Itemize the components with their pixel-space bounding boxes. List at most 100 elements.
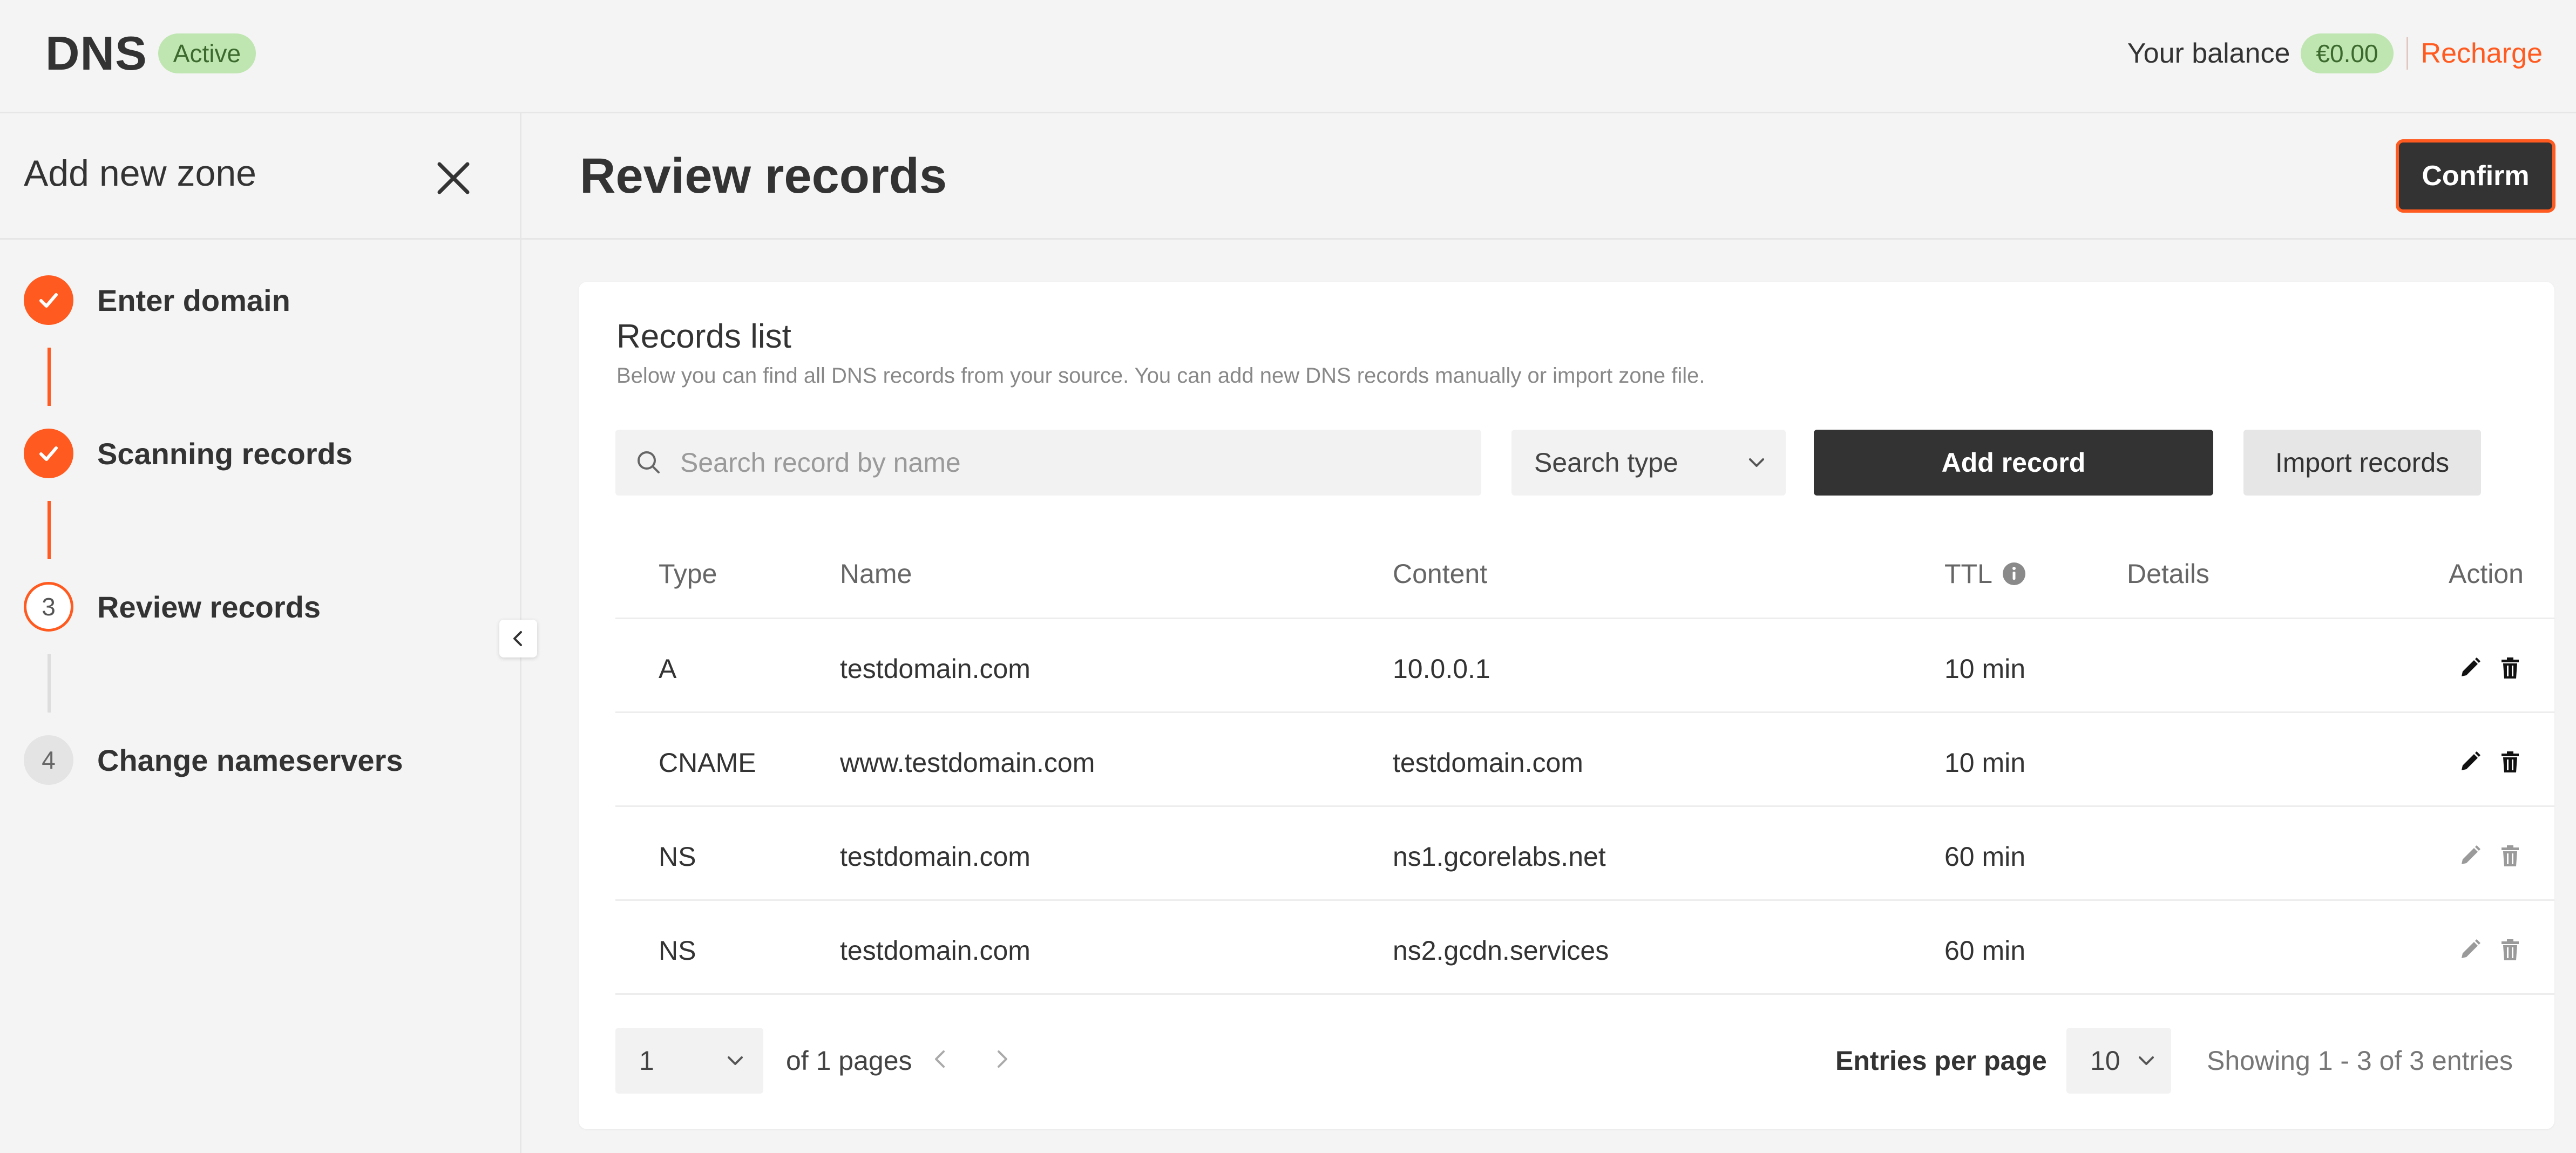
entries-per-page-label: Entries per page	[1835, 1046, 2047, 1076]
row-divider	[615, 711, 2554, 713]
trash-icon	[2502, 657, 2519, 679]
row-actions	[2455, 931, 2525, 968]
search-placeholder: Search record by name	[680, 447, 961, 478]
records-subtitle: Below you can find all DNS records from …	[616, 364, 1705, 388]
records-card: Records list Below you can find all DNS …	[579, 282, 2554, 1129]
cell-type: NS	[659, 842, 696, 872]
search-type-select[interactable]: Search type	[1511, 430, 1786, 496]
cell-ttl: 60 min	[1944, 935, 2026, 966]
row-divider	[615, 899, 2554, 901]
check-icon	[39, 446, 58, 461]
close-button[interactable]	[432, 157, 475, 200]
trash-icon	[2502, 751, 2519, 772]
edit-button[interactable]	[2455, 747, 2485, 777]
brand: DNS Active	[45, 24, 256, 83]
step-change-nameservers[interactable]: 4 Change nameservers	[24, 735, 403, 785]
delete-button[interactable]	[2495, 653, 2525, 683]
page-count: of 1 pages	[786, 1046, 912, 1076]
step-connector	[48, 654, 51, 713]
sidebar-header: Add new zone	[0, 113, 520, 240]
row-divider	[615, 993, 2554, 995]
row-actions	[2455, 837, 2525, 874]
column-header-name: Name	[840, 559, 912, 589]
cell-ttl: 10 min	[1944, 654, 2026, 684]
search-icon	[638, 451, 660, 473]
ttl-label: TTL	[1944, 559, 1992, 589]
search-type-value: Search type	[1534, 447, 1678, 478]
balance-label: Your balance	[2127, 38, 2290, 69]
recharge-link[interactable]: Recharge	[2421, 37, 2543, 70]
trash-icon	[2502, 845, 2519, 866]
cell-content: ns1.gcorelabs.net	[1393, 842, 1606, 872]
row-actions	[2455, 743, 2525, 781]
column-header-type: Type	[659, 559, 717, 589]
step-label: Enter domain	[97, 283, 290, 317]
chevron-down-icon	[1749, 458, 1764, 467]
entries-per-page-value: 10	[2090, 1046, 2120, 1076]
next-page-icon[interactable]	[986, 1043, 1018, 1075]
check-icon	[39, 293, 58, 308]
delete-button-disabled	[2495, 934, 2525, 965]
chevron-down-icon	[2139, 1056, 2154, 1065]
chevron-left-icon	[513, 631, 522, 646]
step-label: Review records	[97, 589, 321, 624]
sidebar-title: Add new zone	[24, 153, 256, 194]
step-done-circle	[24, 429, 73, 478]
cell-ttl: 10 min	[1944, 748, 2026, 778]
cell-type: A	[659, 654, 677, 684]
pencil-icon	[2462, 751, 2480, 770]
prev-page-icon[interactable]	[924, 1043, 957, 1075]
divider	[2406, 37, 2408, 70]
row-divider	[615, 805, 2554, 807]
column-header-ttl: TTL	[1944, 558, 2027, 589]
main-header: Review records Confirm	[521, 113, 2576, 240]
cell-ttl: 60 min	[1944, 842, 2026, 872]
page-title: Review records	[580, 148, 947, 204]
step-done-circle	[24, 275, 73, 325]
balance-amount-badge: €0.00	[2301, 33, 2394, 73]
info-icon[interactable]	[2001, 561, 2027, 587]
pencil-icon	[2462, 845, 2480, 864]
column-header-details: Details	[2127, 559, 2209, 589]
cell-content: ns2.gcdn.services	[1393, 935, 1609, 966]
entries-per-page-select[interactable]: 10	[2066, 1028, 2171, 1094]
edit-button[interactable]	[2455, 653, 2485, 683]
edit-button-disabled	[2455, 840, 2485, 871]
cell-name: testdomain.com	[840, 935, 1031, 966]
collapse-sidebar-button[interactable]	[499, 620, 537, 657]
step-number-circle: 3	[24, 582, 73, 632]
sidebar: Add new zone Enter domain Scanning recor…	[0, 113, 521, 1153]
cell-name: testdomain.com	[840, 654, 1031, 684]
page-select-value: 1	[639, 1046, 654, 1076]
cell-name: testdomain.com	[840, 842, 1031, 872]
balance-area: Your balance €0.00 Recharge	[2127, 24, 2543, 83]
delete-button[interactable]	[2495, 747, 2525, 777]
column-header-content: Content	[1393, 559, 1488, 589]
showing-entries-text: Showing 1 - 3 of 3 entries	[2207, 1046, 2513, 1076]
step-connector	[48, 348, 51, 406]
chevron-down-icon	[728, 1056, 743, 1065]
confirm-button[interactable]: Confirm	[2396, 139, 2555, 213]
step-scanning-records[interactable]: Scanning records	[24, 429, 352, 478]
top-header: DNS Active Your balance €0.00 Recharge	[0, 0, 2576, 113]
cell-type: NS	[659, 935, 696, 966]
step-enter-domain[interactable]: Enter domain	[24, 275, 290, 325]
page-select[interactable]: 1	[615, 1028, 763, 1094]
add-record-button[interactable]: Add record	[1814, 430, 2213, 496]
cell-name: www.testdomain.com	[840, 748, 1095, 778]
step-review-records[interactable]: 3 Review records	[24, 582, 321, 632]
step-number-circle: 4	[24, 735, 73, 785]
pencil-icon	[2462, 657, 2480, 676]
cell-content: testdomain.com	[1393, 748, 1583, 778]
search-input[interactable]: Search record by name	[615, 430, 1481, 496]
row-actions	[2455, 649, 2525, 687]
cell-type: CNAME	[659, 748, 756, 778]
step-connector	[48, 501, 51, 559]
import-records-button[interactable]: Import records	[2243, 430, 2481, 496]
records-title: Records list	[616, 318, 791, 355]
cell-content: 10.0.0.1	[1393, 654, 1490, 684]
step-label: Scanning records	[97, 436, 353, 471]
column-header-action: Action	[2449, 559, 2524, 589]
edit-button-disabled	[2455, 934, 2485, 965]
row-divider	[615, 618, 2554, 619]
